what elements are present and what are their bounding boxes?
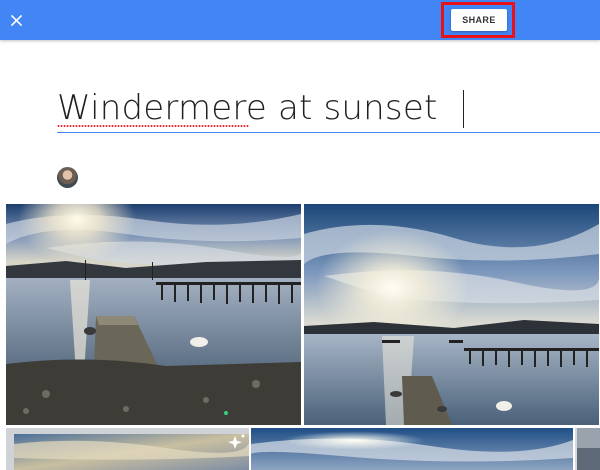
photo-edge-5[interactable] bbox=[575, 428, 600, 470]
photo-jetty-sunset-1[interactable] bbox=[6, 204, 301, 425]
top-app-bar: SHARE bbox=[0, 0, 600, 40]
user-avatar[interactable] bbox=[57, 167, 78, 188]
album-title-field[interactable]: Windermere at sunset bbox=[57, 86, 600, 133]
photo-lake-sunset-2[interactable] bbox=[304, 204, 599, 425]
share-button[interactable]: SHARE bbox=[451, 9, 507, 31]
photo-sky-4[interactable] bbox=[251, 428, 573, 470]
text-cursor bbox=[463, 90, 464, 128]
photo-sky-3[interactable] bbox=[6, 428, 249, 470]
album-title-input[interactable]: Windermere at sunset bbox=[57, 88, 438, 128]
close-icon[interactable] bbox=[6, 10, 26, 30]
spellcheck-underline bbox=[57, 125, 249, 127]
